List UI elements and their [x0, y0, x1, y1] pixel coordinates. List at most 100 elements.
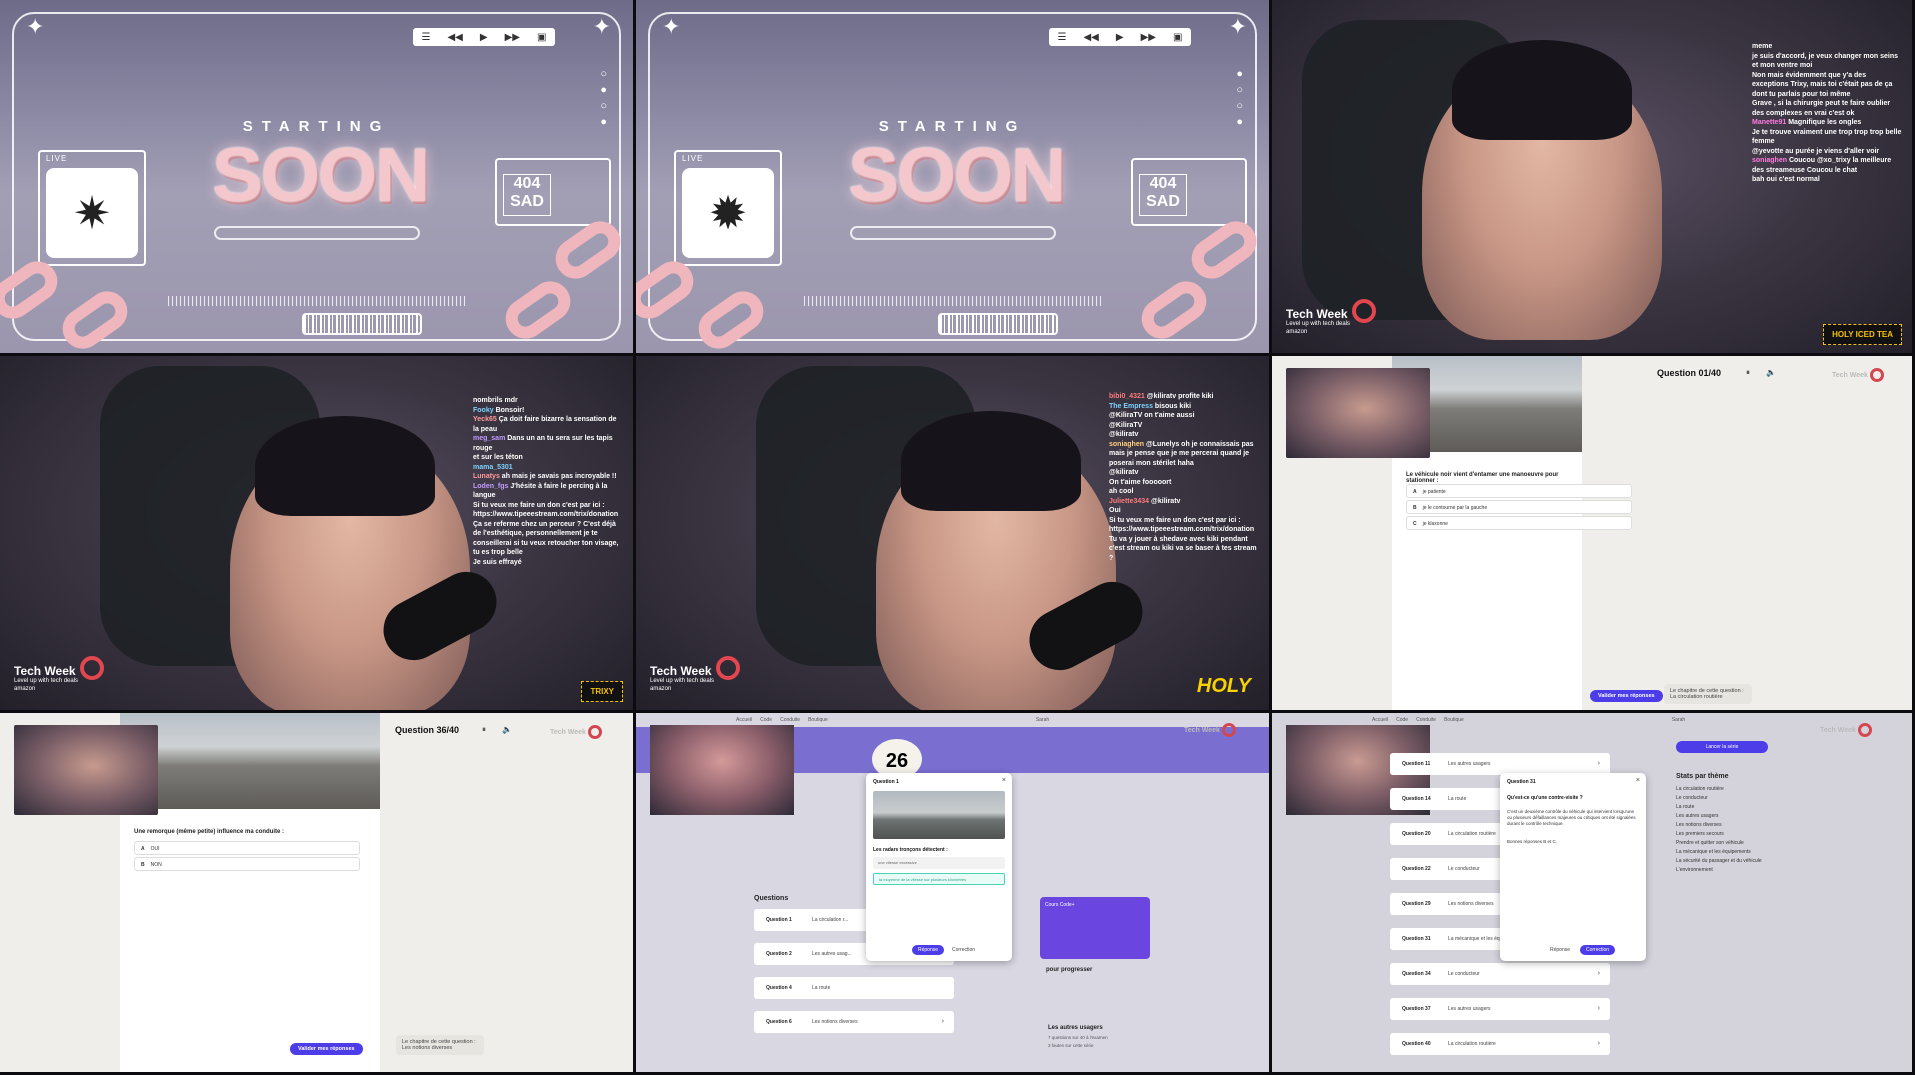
chat-message: Lunatys ah mais je savais pas incroyable… [473, 472, 623, 482]
sponsor-banner: TRIXY [581, 681, 623, 702]
chat-username: Yeck65 [473, 416, 499, 423]
chat-message: nombrils mdr [473, 396, 623, 406]
volume-button[interactable]: 🔈 [502, 725, 512, 734]
play-icon: ▶ [1115, 31, 1124, 43]
answer-option-b[interactable]: B NON [134, 857, 360, 871]
modal-title: Question 1 [873, 779, 899, 785]
theme-item[interactable]: Les premiers secours [1676, 830, 1762, 839]
question-row[interactable]: Question 11 Les autres usagers › [1390, 753, 1610, 775]
row-q: Question 22 [1402, 866, 1431, 872]
square-icon: ▣ [1173, 31, 1183, 43]
chat-message: @kiliratv [1109, 430, 1259, 440]
row-q: Question 29 [1402, 901, 1431, 907]
question-row[interactable]: Question 37 Les autres usagers › [1390, 998, 1610, 1020]
option-key: B [1413, 505, 1417, 511]
correction-button[interactable]: Correction [946, 945, 981, 955]
question-row[interactable]: Question 40 La circulation routière › [1390, 1033, 1610, 1055]
chat-text: @KiliraTV on t'aime aussi [1109, 412, 1195, 419]
user-name[interactable]: Sarah [1672, 717, 1685, 723]
theme-item[interactable]: La sécurité du passager et du véhicule [1676, 857, 1762, 866]
chat-text: @kiliratv [1109, 469, 1139, 476]
launch-series-button[interactable]: Lancer la série [1676, 741, 1768, 753]
theme-item[interactable]: La circulation routière [1676, 785, 1762, 794]
modal-question: Les radars tronçons détectent : [873, 847, 948, 853]
nav-conduite[interactable]: Conduite [1416, 717, 1436, 723]
chat-username: soniaghen [1109, 440, 1146, 448]
answer-option-a[interactable]: Aje patiente [1406, 484, 1632, 498]
row-q: Question 34 [1402, 971, 1431, 977]
code-plus-card[interactable]: Cours Code+ [1040, 897, 1150, 959]
chat-message: Je te trouve vraiment une trop trop trop… [1752, 128, 1902, 147]
volume-button[interactable]: 🔈 [1766, 368, 1776, 377]
chat-text: Magnifique les ongles [1788, 119, 1862, 126]
barcode [302, 313, 422, 335]
brand-title: Tech Week [650, 664, 712, 678]
theme-item[interactable]: Le conducteur [1676, 794, 1762, 803]
validate-button[interactable]: Valider mes réponses [1590, 690, 1663, 702]
media-player-bar: ☰ ◀◀ ▶ ▶▶ ▣ [1049, 28, 1191, 46]
not-found-box: 404 SAD [1131, 158, 1247, 226]
answer-option-b[interactable]: Bje le contourne par la gauche [1406, 500, 1632, 514]
chat-message: @KiliraTV [1109, 421, 1259, 431]
chat-message: Fooky Bonsoir! [473, 406, 623, 416]
nav-accueil[interactable]: Accueil [736, 717, 752, 723]
nav-accueil[interactable]: Accueil [1372, 717, 1388, 723]
row-q: Question 31 [1402, 936, 1431, 942]
not-found-box: 404 SAD [495, 158, 611, 226]
themes-list: La circulation routière Le conducteur La r… [1676, 785, 1762, 875]
other-users-sub1: 7 questions sur 40 à l'examen [1048, 1035, 1108, 1040]
other-users-sub2: 3 fautes sur cette série [1048, 1043, 1094, 1048]
chat-username: Loden_fgs [473, 482, 511, 490]
answer-button[interactable]: Réponse [912, 945, 945, 955]
sparkle-icon: ✦ [1228, 14, 1247, 39]
theme-item[interactable]: Les notions diverses [1676, 821, 1762, 830]
theme-item[interactable]: La mécanique et les équipements [1676, 848, 1762, 857]
chat-text: @kiliratv [1151, 497, 1181, 505]
question-row[interactable]: Question 4 La route [754, 977, 954, 999]
question-row[interactable]: Question 6 Les notions diverses › [754, 1011, 954, 1033]
chat-text: Je te trouve vraiment une trop trop trop… [1752, 128, 1902, 146]
close-icon[interactable]: × [1002, 777, 1006, 784]
modal-option-a[interactable]: une vitesse excessive [873, 857, 1005, 869]
modal-title: Question 31 [1507, 779, 1536, 785]
theme-item[interactable]: L'environnement [1676, 866, 1762, 875]
modal-option-b[interactable]: la moyenne de la vitesse sur plusieurs k… [873, 873, 1005, 885]
brand-subtitle: Level up with tech deals [1286, 321, 1351, 327]
nav-boutique[interactable]: Boutique [1444, 717, 1464, 723]
nav-boutique[interactable]: Boutique [808, 717, 828, 723]
close-icon[interactable]: × [1636, 777, 1640, 784]
row-theme: Les autres usagers [1448, 1006, 1491, 1012]
forward-icon: ▶▶ [1140, 31, 1156, 43]
chat-text: Oui [1109, 507, 1121, 514]
chat-overlay: bibi0_4321 @kiliratv profite kiki The Emp… [1109, 392, 1259, 563]
chevron-right-icon: › [941, 1018, 944, 1025]
soon-title: SOON [212, 133, 430, 218]
brand-title: Tech Week [1286, 307, 1348, 321]
row-theme: La circulation routière [1448, 831, 1496, 837]
user-name[interactable]: Sarah [1036, 717, 1049, 723]
nav-conduite[interactable]: Conduite [780, 717, 800, 723]
row-q: Question 14 [1402, 796, 1431, 802]
nav-code[interactable]: Code [1396, 717, 1408, 723]
webcam-overlay [1286, 368, 1430, 458]
tick-ruler [168, 296, 468, 306]
answer-button[interactable]: Réponse [1544, 945, 1576, 955]
validate-button[interactable]: Valider mes réponses [290, 1043, 363, 1055]
pause-button[interactable]: ⏸ [1746, 368, 1750, 378]
media-player-bar: ☰ ◀◀ ▶ ▶▶ ▣ [413, 28, 555, 46]
option-key: A [1413, 489, 1417, 495]
answer-option-a[interactable]: A OUI [134, 841, 360, 855]
nav-code[interactable]: Code [760, 717, 772, 723]
answer-option-c[interactable]: Cje klaxonne [1406, 516, 1632, 530]
headphones-icon [80, 656, 104, 680]
chat-message: bah oui c'est normal [1752, 175, 1902, 185]
theme-item[interactable]: Prendre et quitter son véhicule [1676, 839, 1762, 848]
tick-ruler [804, 296, 1104, 306]
pause-button[interactable]: ⏸ [482, 725, 486, 735]
question-row[interactable]: Question 34 Le conducteur › [1390, 963, 1610, 985]
play-icon: ▶ [479, 31, 488, 43]
amazon-label: amazon [650, 686, 672, 692]
correction-button[interactable]: Correction [1580, 945, 1616, 955]
theme-item[interactable]: La route [1676, 803, 1762, 812]
theme-item[interactable]: Les autres usagers [1676, 812, 1762, 821]
